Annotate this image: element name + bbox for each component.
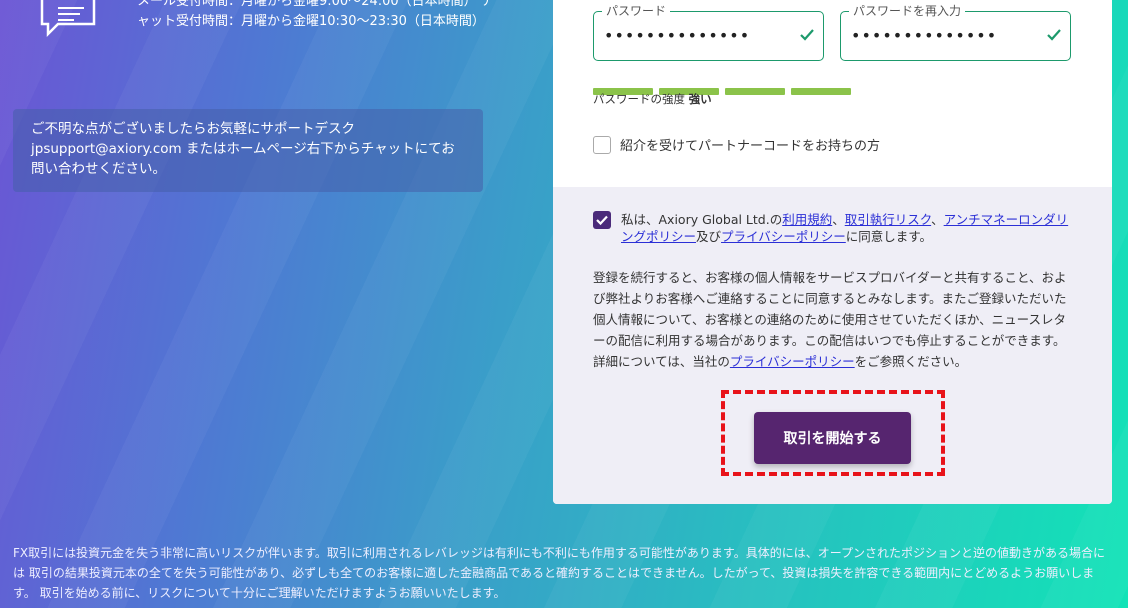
execution-risk-link[interactable]: 取引執行リスク bbox=[845, 212, 931, 227]
password-label: パスワード bbox=[602, 3, 671, 19]
agreement-mid: 及び bbox=[696, 229, 722, 244]
terms-of-use-link[interactable]: 利用規約 bbox=[782, 212, 832, 227]
confirm-password-input[interactable]: •••••••••••••• bbox=[851, 26, 997, 45]
support-hours-text: メール受付時間：月曜から金曜9:00〜24:00（日本時間） チャット受付時間：… bbox=[137, 0, 494, 29]
support-desk-notice: ご不明な点がございましたらお気軽にサポートデスク jpsupport@axior… bbox=[13, 109, 483, 192]
privacy-notice-suffix: をご参照ください。 bbox=[854, 354, 968, 369]
agreement-suffix: に同意します。 bbox=[845, 229, 933, 244]
checkmark-icon bbox=[596, 215, 608, 226]
partner-code-label: 紹介を受けてパートナーコードをお持ちの方 bbox=[620, 139, 881, 154]
agreement-section: 私は、Axiory Global Ltd.の利用規約、取引執行リスク、アンチマネ… bbox=[553, 187, 1112, 504]
password-strength-text: パスワードの強度 強い bbox=[593, 91, 712, 107]
agreement-prefix: 私は、Axiory Global Ltd.の bbox=[621, 212, 783, 227]
check-icon bbox=[1047, 29, 1061, 41]
privacy-notice: 登録を続行すると、お客様の個人情報をサービスプロバイダーと共有すること、および弊… bbox=[593, 267, 1071, 372]
partner-code-option[interactable]: 紹介を受けてパートナーコードをお持ちの方 bbox=[593, 135, 880, 154]
partner-code-checkbox[interactable] bbox=[593, 135, 611, 154]
strength-label: パスワードの強度 bbox=[593, 92, 685, 106]
terms-agreement: 私は、Axiory Global Ltd.の利用規約、取引執行リスク、アンチマネ… bbox=[593, 211, 1073, 245]
agreement-sep: 、 bbox=[931, 212, 944, 227]
terms-checkbox[interactable] bbox=[593, 211, 611, 229]
password-field[interactable]: パスワード •••••••••••••• bbox=[593, 3, 824, 61]
strength-bar bbox=[725, 88, 785, 95]
chat-icon bbox=[40, 0, 96, 38]
check-icon bbox=[800, 29, 814, 41]
agreement-sep: 、 bbox=[832, 212, 845, 227]
confirm-password-label: パスワードを再入力 bbox=[849, 3, 966, 19]
password-input[interactable]: •••••••••••••• bbox=[604, 26, 750, 45]
privacy-policy-link[interactable]: プライバシーポリシー bbox=[721, 229, 846, 244]
confirm-password-field[interactable]: パスワードを再入力 •••••••••••••• bbox=[840, 3, 1071, 61]
privacy-policy-link[interactable]: プライバシーポリシー bbox=[730, 354, 855, 369]
start-trading-button[interactable]: 取引を開始する bbox=[754, 412, 911, 464]
registration-card: パスワード •••••••••••••• パスワードを再入力 •••••••••… bbox=[553, 0, 1112, 504]
support-desk-text: ご不明な点がございましたらお気軽にサポートデスク jpsupport@axior… bbox=[31, 121, 455, 177]
risk-disclaimer: FX取引には投資元金を失う非常に高いリスクが伴います。取引に利用されるレバレッジ… bbox=[13, 546, 1106, 600]
strength-value: 強い bbox=[688, 92, 712, 106]
strength-bar bbox=[791, 88, 851, 95]
